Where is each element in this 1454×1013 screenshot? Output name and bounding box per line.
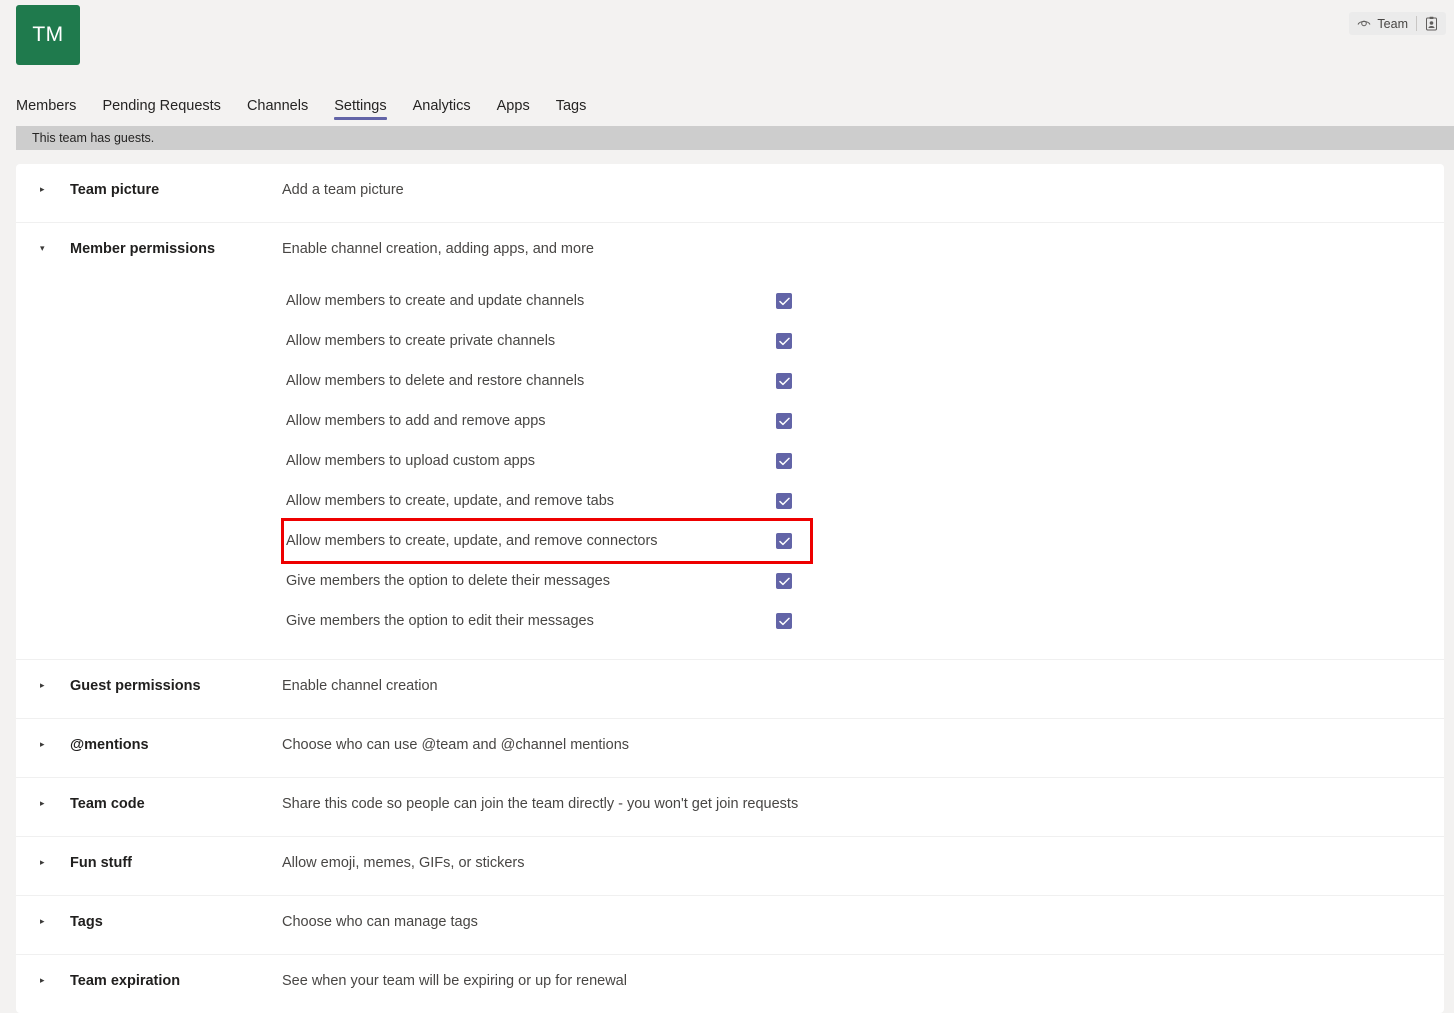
tab-pending-requests[interactable]: Pending Requests [89, 98, 234, 120]
checkbox-checked-icon[interactable] [776, 413, 792, 429]
section-team-picture: ▸ Team picture Add a team picture [16, 164, 1444, 223]
section-title: Guest permissions [70, 678, 201, 694]
options-list: Allow members to create and update chann… [16, 281, 1444, 659]
section-title: Member permissions [70, 241, 216, 257]
team-toggle-button[interactable]: Team [1349, 12, 1446, 35]
section-team-code: ▸ Team code Share this code so people can … [16, 778, 1444, 837]
option-label: Allow members to upload custom apps [286, 453, 536, 469]
section-description: Choose who can manage tags [282, 914, 478, 930]
pill-divider [1416, 16, 1417, 31]
section-description: Allow emoji, memes, GIFs, or stickers [282, 855, 525, 871]
team-pill-label: Team [1377, 16, 1408, 31]
checkbox-checked-icon[interactable] [776, 533, 792, 549]
guest-banner: This team has guests. [16, 126, 1454, 150]
tab-members[interactable]: Members [16, 98, 89, 120]
section-header-fun-stuff[interactable]: ▸ Fun stuff Allow emoji, memes, GIFs, or s… [16, 837, 1444, 895]
checkbox-checked-icon[interactable] [776, 573, 792, 589]
section-title: Fun stuff [70, 855, 133, 871]
page-header: TM Team [0, 0, 1454, 96]
checkbox-checked-icon[interactable] [776, 613, 792, 629]
option-row[interactable]: Allow members to upload custom apps [284, 441, 810, 481]
section-header-team-code[interactable]: ▸ Team code Share this code so people can … [16, 778, 1444, 836]
chevron-right-icon[interactable]: ▸ [40, 955, 70, 985]
chevron-right-icon[interactable]: ▸ [40, 164, 70, 194]
team-avatar: TM [16, 5, 80, 65]
section-title: Team code [70, 796, 145, 812]
section-team-expiration: ▸ Team expiration See when your team will … [16, 955, 1444, 1013]
checkbox-checked-icon[interactable] [776, 373, 792, 389]
settings-card: ▸ Team picture Add a team picture ▾ Member p… [16, 164, 1444, 1013]
chevron-right-icon[interactable]: ▸ [40, 719, 70, 749]
header-actions: Team [1349, 12, 1446, 35]
section-fun-stuff: ▸ Fun stuff Allow emoji, memes, GIFs, or s… [16, 837, 1444, 896]
tab-bar: Members Pending Requests Channels Settings A… [16, 98, 599, 120]
option-row[interactable]: Give members the option to edit their me… [284, 601, 810, 641]
section-header-tags[interactable]: ▸ Tags Choose who can manage tags [16, 896, 1444, 954]
chevron-right-icon[interactable]: ▸ [40, 896, 70, 926]
section-title: Team picture [70, 182, 160, 198]
option-row[interactable]: Allow members to delete and restore chan… [284, 361, 810, 401]
tab-tags[interactable]: Tags [543, 98, 600, 120]
section-description: Add a team picture [282, 182, 404, 198]
section-description: See when your team will be expiring or u… [282, 973, 627, 989]
section-header-member-permissions[interactable]: ▾ Member permissions Enable channel creati… [16, 223, 1444, 281]
tab-analytics[interactable]: Analytics [400, 98, 484, 120]
section-description: Choose who can use @team and @channel me… [282, 737, 630, 753]
checkbox-checked-icon[interactable] [776, 293, 792, 309]
tab-channels[interactable]: Channels [234, 98, 321, 120]
section-guest-permissions: ▸ Guest permissions Enable channel creatio… [16, 660, 1444, 719]
checkbox-checked-icon[interactable] [776, 493, 792, 509]
section-description: Enable channel creation [282, 678, 438, 694]
section-title: Tags [70, 914, 103, 930]
option-row[interactable]: Allow members to create, update, and rem… [281, 518, 813, 564]
option-label: Allow members to create, update, and rem… [286, 493, 615, 509]
chevron-right-icon[interactable]: ▸ [40, 837, 70, 867]
section-mentions: ▸ @mentions Choose who can use @team and @… [16, 719, 1444, 778]
option-row[interactable]: Give members the option to delete their … [284, 561, 810, 601]
chevron-right-icon[interactable]: ▸ [40, 778, 70, 808]
option-label: Allow members to create and update chann… [286, 293, 585, 309]
guest-banner-text: This team has guests. [32, 131, 155, 145]
option-row[interactable]: Allow members to create private channels [284, 321, 810, 361]
option-label: Allow members to delete and restore chan… [286, 373, 585, 389]
option-label: Allow members to add and remove apps [286, 413, 546, 429]
option-label: Give members the option to delete their … [286, 573, 610, 589]
section-member-permissions: ▾ Member permissions Enable channel creati… [16, 223, 1444, 660]
eye-icon [1357, 18, 1371, 29]
section-title: Team expiration [70, 973, 181, 989]
option-row[interactable]: Allow members to add and remove apps [284, 401, 810, 441]
option-label: Give members the option to edit their me… [286, 613, 594, 629]
section-header-guest-permissions[interactable]: ▸ Guest permissions Enable channel creatio… [16, 660, 1444, 718]
option-row[interactable]: Allow members to create and update chann… [284, 281, 810, 321]
option-label: Allow members to create private channels [286, 333, 556, 349]
section-header-team-expiration[interactable]: ▸ Team expiration See when your team will … [16, 955, 1444, 1013]
checkbox-checked-icon[interactable] [776, 453, 792, 469]
section-title: @mentions [70, 737, 149, 753]
tab-apps[interactable]: Apps [484, 98, 543, 120]
chevron-right-icon[interactable]: ▸ [40, 660, 70, 690]
option-label: Allow members to create, update, and rem… [286, 533, 658, 549]
chevron-down-icon[interactable]: ▾ [40, 223, 70, 253]
section-description: Enable channel creation, adding apps, an… [282, 241, 594, 257]
section-header-team-picture[interactable]: ▸ Team picture Add a team picture [16, 164, 1444, 222]
option-row[interactable]: Allow members to create, update, and rem… [284, 481, 810, 521]
section-tags: ▸ Tags Choose who can manage tags [16, 896, 1444, 955]
team-initials: TM [32, 23, 64, 46]
checkbox-checked-icon[interactable] [776, 333, 792, 349]
section-description: Share this code so people can join the t… [282, 796, 799, 812]
section-header-mentions[interactable]: ▸ @mentions Choose who can use @team and @… [16, 719, 1444, 777]
person-badge-icon[interactable] [1425, 16, 1438, 31]
tab-settings[interactable]: Settings [321, 98, 399, 120]
